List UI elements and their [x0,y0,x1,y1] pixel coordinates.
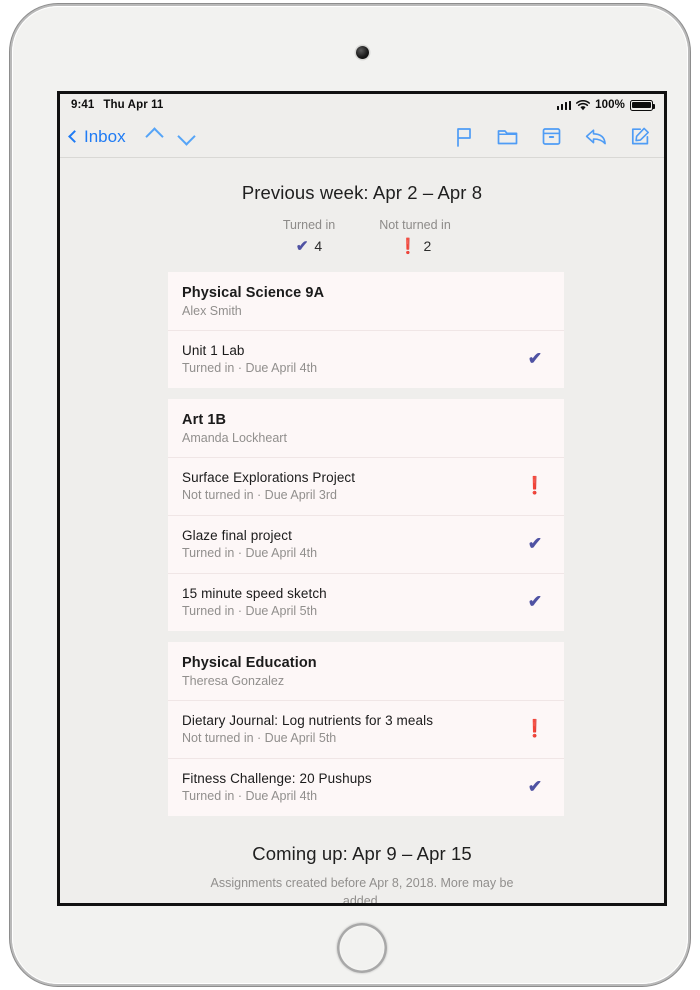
tablet-device-frame: 9:41 Thu Apr 11 100% Inbox Previous week… [12,6,688,984]
assignment-meta: Turned in · Due April 4th [182,546,318,560]
assignment-title: Surface Explorations Project [182,470,356,485]
class-card: Physical Science 9A Alex Smith Unit 1 La… [168,272,564,388]
reply-icon[interactable] [585,128,607,146]
assignment-digest-body: Previous week: Apr 2 – Apr 8 Turned in ✔… [60,158,664,906]
class-header: Art 1B Amanda Lockheart [168,399,564,457]
assignment-meta: Turned in · Due April 5th [182,604,318,618]
battery-full-icon [630,99,656,111]
home-button[interactable] [337,923,387,973]
compose-icon[interactable] [631,127,650,146]
assignment-title: Dietary Journal: Log nutrients for 3 mea… [182,713,434,728]
summary-turned-in: Turned in ✔ 4 [270,218,348,255]
check-icon: ✔ [295,238,309,255]
summary-not-turned-in: Not turned in ❗ 2 [376,218,454,255]
status-bar: 9:41 Thu Apr 11 100% [60,94,664,116]
chevron-down-icon[interactable] [176,127,196,146]
exclamation-icon: ❗ [398,238,418,255]
assignment-title: Unit 1 Lab [182,343,245,358]
chevron-left-icon [68,130,81,143]
assignment-row[interactable]: Unit 1 Lab Turned in · Due April 4th ✔ [168,330,564,388]
check-icon: ✔ [527,777,543,796]
class-card: Physical Education Theresa Gonzalez Diet… [168,642,564,816]
wifi-icon [576,99,591,110]
assignment-title: 15 minute speed sketch [182,586,327,601]
summary-count: 4 [314,238,323,254]
class-header: Physical Science 9A Alex Smith [168,272,564,330]
assignment-title: Glaze final project [182,528,292,543]
class-name: Physical Education [182,655,317,671]
summary-count: 2 [423,238,432,254]
summary-label: Not turned in [379,218,451,232]
back-to-inbox-button[interactable]: Inbox [68,126,126,147]
check-icon: ✔ [527,592,543,611]
assignment-row[interactable]: Dietary Journal: Log nutrients for 3 mea… [168,700,564,758]
summary-label: Turned in [282,218,336,232]
assignment-meta: Not turned in · Due April 3rd [182,488,337,502]
device-screen: 9:41 Thu Apr 11 100% Inbox Previous week… [57,91,667,906]
class-teacher: Alex Smith [182,304,242,318]
front-camera-icon [356,46,369,59]
assignment-meta: Turned in · Due April 4th [182,361,318,375]
assignment-row[interactable]: Fitness Challenge: 20 Pushups Turned in … [168,758,564,816]
page-title: Previous week: Apr 2 – Apr 8 [241,182,483,203]
status-bar-time: 9:41 [71,99,95,111]
assignment-meta: Turned in · Due April 4th [182,789,318,803]
assignment-row[interactable]: 15 minute speed sketch Turned in · Due A… [168,573,564,631]
coming-up-note: Assignments created before Apr 8, 2018. … [210,876,514,906]
class-list: Physical Science 9A Alex Smith Unit 1 La… [60,272,664,816]
exclamation-icon: ❗ [524,719,546,738]
coming-up-title: Coming up: Apr 9 – Apr 15 [252,843,472,864]
battery-percent-label: 100% [595,99,625,111]
class-header: Physical Education Theresa Gonzalez [168,642,564,700]
assignment-row[interactable]: Glaze final project Turned in · Due Apri… [168,515,564,573]
class-name: Physical Science 9A [182,285,325,301]
signal-bars-icon [556,100,572,110]
chevron-up-icon[interactable] [144,127,164,146]
archive-icon[interactable] [542,127,561,146]
assignment-title: Fitness Challenge: 20 Pushups [182,771,372,786]
folder-icon[interactable] [497,128,518,146]
coming-up-section: Coming up: Apr 9 – Apr 15 Assignments cr… [60,827,664,906]
check-icon: ✔ [527,534,543,553]
status-bar-date: Thu Apr 11 [103,99,164,111]
flag-icon[interactable] [455,127,473,147]
assignment-meta: Not turned in · Due April 5th [182,731,337,745]
class-name: Art 1B [182,412,227,428]
assignment-row[interactable]: Surface Explorations Project Not turned … [168,457,564,515]
week-summary: Turned in ✔ 4 Not turned in ❗ 2 [60,218,664,255]
class-card: Art 1B Amanda Lockheart Surface Explorat… [168,399,564,631]
previous-week-header: Previous week: Apr 2 – Apr 8 Turned in ✔… [60,158,664,255]
exclamation-icon: ❗ [524,476,546,495]
back-button-label: Inbox [84,126,126,146]
mail-toolbar: Inbox [60,116,664,158]
check-icon: ✔ [527,349,543,368]
class-teacher: Theresa Gonzalez [182,674,285,688]
class-teacher: Amanda Lockheart [182,431,287,445]
